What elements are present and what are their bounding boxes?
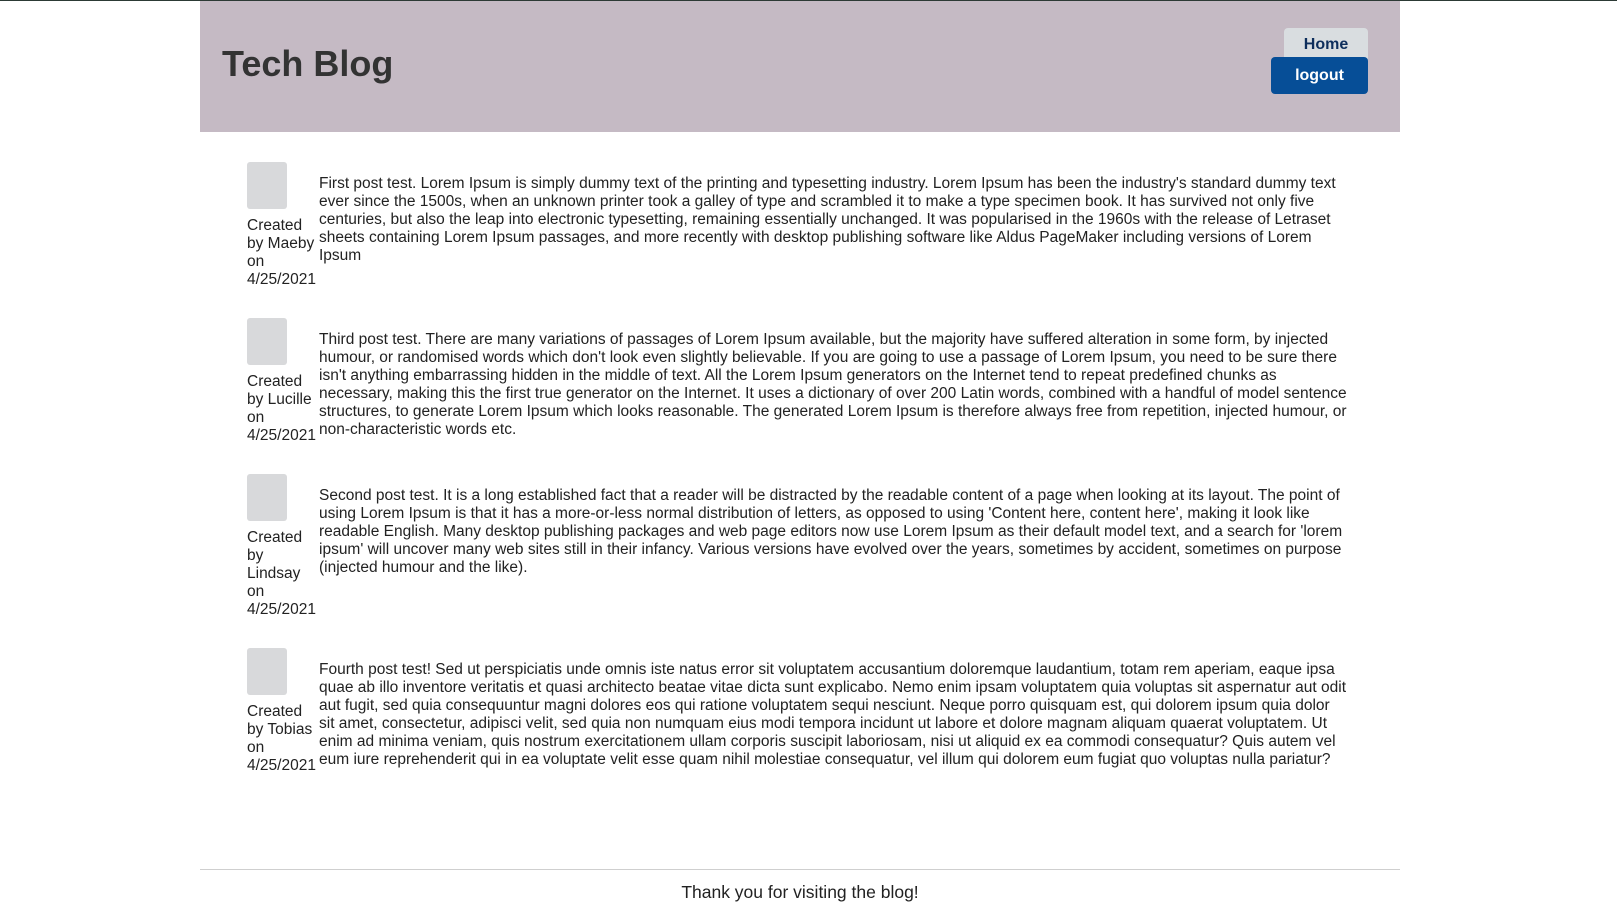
post-created-label: Created by Tobias on 4/25/2021 (247, 703, 316, 774)
avatar (247, 474, 287, 521)
site-header: Tech Blog Home logout (200, 1, 1400, 132)
avatar (247, 162, 287, 209)
post-meta: Created by Lucille on 4/25/2021 (247, 318, 319, 445)
post-meta: Created by Maeby on 4/25/2021 (247, 162, 319, 289)
page-container: Tech Blog Home logout Created by Maeby o… (200, 1, 1400, 908)
logout-button[interactable]: logout (1271, 57, 1368, 94)
post-created-label: Created by Maeby on 4/25/2021 (247, 217, 316, 288)
post-body: Third post test. There are many variatio… (319, 331, 1347, 438)
post-body: First post test. Lorem Ipsum is simply d… (319, 175, 1336, 264)
avatar (247, 648, 287, 695)
site-footer: Thank you for visiting the blog! (200, 869, 1400, 903)
footer-text: Thank you for visiting the blog! (681, 882, 919, 902)
post-created-label: Created by Lindsay on 4/25/2021 (247, 529, 316, 618)
avatar (247, 318, 287, 365)
post-meta: Created by Tobias on 4/25/2021 (247, 648, 319, 775)
site-title[interactable]: Tech Blog (222, 43, 393, 85)
post-body: Fourth post test! Sed ut perspiciatis un… (319, 661, 1347, 768)
post-body: Second post test. It is a long establish… (319, 487, 1343, 576)
post-meta: Created by Lindsay on 4/25/2021 (247, 474, 319, 619)
post-created-label: Created by Lucille on 4/25/2021 (247, 373, 316, 444)
